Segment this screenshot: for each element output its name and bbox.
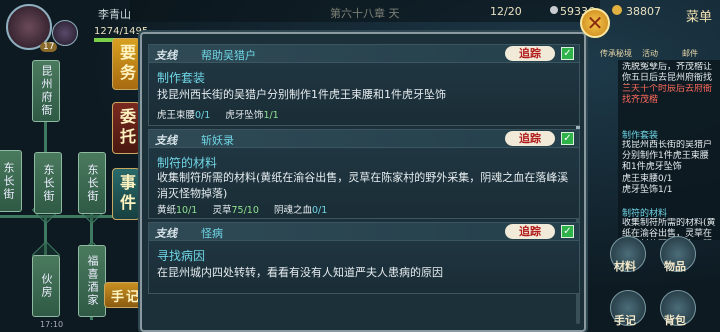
quest-header: 支线 帮助吴猎户 追踪 ✓ [149,45,579,63]
materials-label: 材料 [614,260,636,273]
tab-commissions[interactable]: 委托 [112,102,140,154]
tracker-req: 虎牙坠饰1/1 [622,185,673,195]
mail-button[interactable]: 邮件 [682,48,698,59]
quest-description: 收集制符所需的材料(黄纸在渝谷出售，灵草在陈家村的野外采集，阴魂之血在落峰溪消灭… [157,171,569,200]
quest-card[interactable]: 支线 怪病 追踪 ✓ 寻找病因 在昆州城内四处转转，看看有没有人知道严夫人患病的… [148,222,580,294]
map-node-restaurant[interactable]: 福喜酒家 [78,245,106,317]
activity-button[interactable]: 活动 [642,48,658,59]
map-node-east-street-2[interactable]: 东长街 [34,152,62,214]
quest-card[interactable]: 支线 斩妖录 追踪 ✓ 制符的材料 收集制符所需的材料(黄纸在渝谷出售，灵草在陈… [148,129,580,219]
tracker-text-red: 三天十个时辰后去府衙找齐茂楷 [622,84,713,105]
journal-label: 手记 [614,314,636,327]
quest-card[interactable]: 支线 帮助吴猎户 追踪 ✓ 制作套装 找昆州西长街的吴猎户分别制作1件虎王束腰和… [148,44,580,126]
quest-header: 支线 斩妖录 追踪 ✓ [149,130,579,148]
tracker-text: 洗脱冤孽后，齐茂楷让你五日后去昆州府衙找他 [622,62,713,83]
gold-count: 38807 [626,5,661,18]
map-node-east-street-1[interactable]: 东长街 [0,150,22,212]
gold-coin-icon [612,5,622,15]
quest-type: 支线 [155,227,177,240]
tracker-req: 虎王束腰0/1 [622,174,673,184]
items-label: 物品 [664,260,686,273]
quest-name: 帮助吴猎户 [201,49,256,62]
quest-tracker[interactable]: 洗脱冤孽后，齐茂楷让你五日后去昆州府衙找他 三天十个时辰后去府衙找齐茂楷 制作套… [618,60,720,240]
stamina-count: 12/20 [490,5,522,18]
quest-description: 找昆州西长街的吴猎户分别制作1件虎王束腰和1件虎牙坠饰 [157,88,446,101]
heritage-realm-button[interactable]: 传承秘境 [600,48,632,59]
tracker-text: 收集制符所需的材料(黄纸在渝谷出售，灵草在陈家村的野外采集，阴魂之血… [622,218,716,239]
tracker-text: 找昆州西长街的吴猎户分别制作1件虎王束腰和1件虎牙坠饰 [622,140,713,172]
quest-requirements: 虎王束腰0/1 虎牙坠饰1/1 [157,110,279,121]
quest-type: 支线 [155,134,177,147]
track-checkbox[interactable]: ✓ [561,132,574,145]
track-button[interactable]: 追踪 [505,131,555,146]
track-button[interactable]: 追踪 [505,46,555,61]
quest-header: 支线 怪病 追踪 ✓ [149,223,579,241]
player-level: 17 [40,42,58,52]
map-node-kitchen[interactable]: 伙房 [32,255,60,317]
backpack-label: 背包 [664,314,686,327]
quest-title: 寻找病因 [157,249,206,263]
quest-name: 斩妖录 [201,134,234,147]
quest-title: 制作套装 [157,71,206,85]
quest-name: 怪病 [201,227,223,240]
silver-coin-icon [550,6,558,14]
track-button[interactable]: 追踪 [505,224,555,239]
menu-button[interactable]: 菜单 [686,6,712,25]
track-checkbox[interactable]: ✓ [561,47,574,60]
companion-avatar[interactable] [52,20,78,46]
quest-title: 制符的材料 [157,156,218,170]
chapter-fragment: 第六十八章 天 [330,7,400,20]
clock-time: 17:10 [40,320,64,329]
map-node-east-street-3[interactable]: 东长街 [78,152,106,214]
tab-events[interactable]: 事件 [112,168,140,220]
track-checkbox[interactable]: ✓ [561,225,574,238]
quest-panel: 支线 帮助吴猎户 追踪 ✓ 制作套装 找昆州西长街的吴猎户分别制作1件虎王束腰和… [140,32,586,332]
quest-type: 支线 [155,49,177,62]
top-right-icons: 传承秘境 活动 邮件 [600,36,720,60]
player-name: 李青山 [98,8,131,21]
tab-main-tasks[interactable]: 要务 [112,38,140,90]
close-icon[interactable]: ✕ [580,8,610,38]
map-node-prefecture[interactable]: 昆州府衙 [32,60,60,122]
quest-requirements: 黄纸10/1 灵草75/10 阴魂之血0/1 [157,205,328,216]
quest-description: 在昆州城内四处转转，看看有没有人知道严夫人患病的原因 [157,266,443,279]
